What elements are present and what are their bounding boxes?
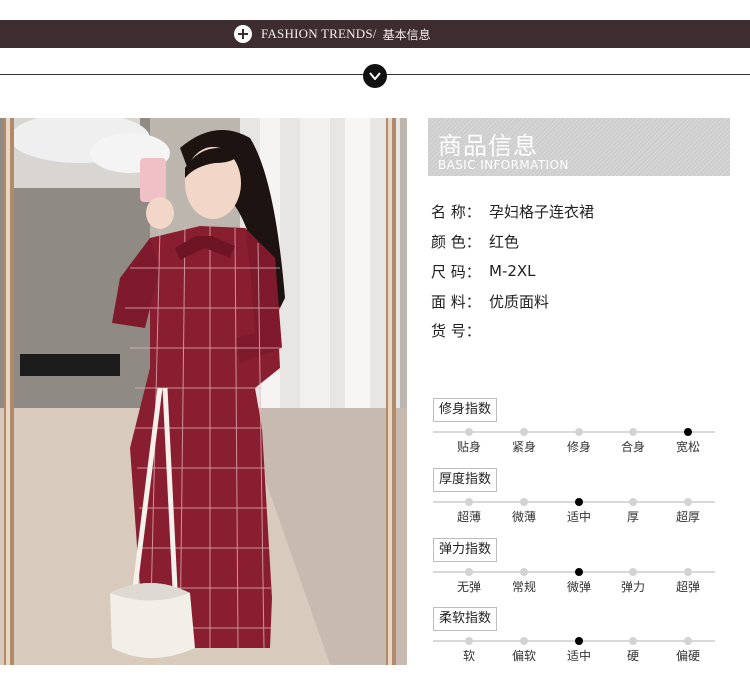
scale-dot (629, 498, 637, 506)
scale-dot-selected (575, 498, 583, 506)
scale-track (433, 640, 715, 642)
scale-option-label: 偏软 (511, 649, 536, 663)
scale-softness: 柔软指数 软 偏软 适中 硬 偏硬 (431, 607, 721, 663)
scale-option-label: 适中 (566, 510, 591, 524)
scale-dot (520, 498, 528, 506)
scale-option-label: 贴身 (456, 440, 481, 454)
scale-option-label: 宽松 (675, 440, 700, 454)
spec-label: 名 称： (431, 202, 481, 221)
spec-row-item-number: 货 号： (431, 320, 489, 340)
scale-dot (465, 428, 473, 436)
spec-label: 尺 码： (431, 262, 481, 281)
spec-value: M-2XL (489, 262, 536, 280)
product-photo (0, 118, 407, 665)
scale-dot (575, 428, 583, 436)
scale-option-label: 软 (462, 649, 475, 663)
scale-thickness: 厚度指数 超薄 微薄 适中 厚 超厚 (431, 468, 721, 524)
scale-dot-selected (575, 568, 583, 576)
scale-dot (520, 568, 528, 576)
spec-row-name: 名 称： 孕妇格子连衣裙 (431, 201, 594, 221)
scale-option-label: 微薄 (511, 510, 536, 524)
scale-track (433, 501, 715, 503)
banner-title: FASHION TRENDS/ (261, 26, 377, 41)
scale-option-label: 超薄 (456, 510, 481, 524)
scale-dot (520, 637, 528, 645)
scale-option-label: 超厚 (675, 510, 700, 524)
scale-dot (465, 568, 473, 576)
spec-value: 孕妇格子连衣裙 (489, 202, 595, 221)
spec-row-size: 尺 码： M-2XL (431, 261, 536, 281)
scale-title: 弹力指数 (433, 538, 498, 562)
scale-track (433, 571, 715, 573)
scale-option-label: 无弹 (456, 580, 481, 594)
scale-option-label: 紧身 (511, 440, 536, 454)
scale-title: 厚度指数 (433, 468, 498, 492)
spec-label: 货 号： (431, 321, 481, 340)
scale-option-label: 硬 (626, 649, 639, 663)
scale-dot-selected (684, 428, 692, 436)
spec-row-color: 颜 色： 红色 (431, 231, 519, 251)
scale-option-label: 偏硬 (675, 649, 700, 663)
chevron-down-icon (363, 64, 387, 88)
spec-row-fabric: 面 料： 优质面料 (431, 291, 549, 311)
basic-information-header: 商品信息 BASIC INFORMATION (428, 118, 730, 176)
scale-dot (629, 568, 637, 576)
banner-title-cn: 基本信息 (382, 27, 431, 42)
info-title: 商品信息 (438, 132, 538, 160)
plus-circle-icon (234, 25, 252, 43)
scale-dot (629, 428, 637, 436)
scale-dot (684, 568, 692, 576)
scale-title: 修身指数 (433, 398, 498, 422)
scale-dot (465, 637, 473, 645)
scale-option-label: 微弹 (566, 580, 591, 594)
header-banner: FASHION TRENDS/ 基本信息 (0, 20, 750, 48)
banner-content: FASHION TRENDS/ 基本信息 (234, 24, 431, 44)
scale-track (433, 431, 715, 433)
scale-option-label: 修身 (566, 440, 591, 454)
scale-option-label: 厚 (626, 510, 639, 524)
scale-dot (520, 428, 528, 436)
scale-dot (629, 637, 637, 645)
scale-fit: 修身指数 贴身 紧身 修身 合身 宽松 (431, 398, 721, 454)
scale-elasticity: 弹力指数 无弹 常规 微弹 弹力 超弹 (431, 538, 721, 594)
spec-label: 面 料： (431, 292, 481, 311)
spec-value: 优质面料 (489, 292, 550, 311)
scale-dot (465, 498, 473, 506)
scale-dot (684, 498, 692, 506)
model-illustration (0, 118, 407, 665)
info-subtitle: BASIC INFORMATION (438, 158, 569, 172)
scale-option-label: 弹力 (620, 580, 645, 594)
scale-option-label: 常规 (511, 580, 536, 594)
spec-label: 颜 色： (431, 232, 481, 251)
scale-title: 柔软指数 (433, 607, 498, 631)
scale-option-label: 适中 (566, 649, 591, 663)
scale-option-label: 超弹 (675, 580, 700, 594)
scale-option-label: 合身 (620, 440, 645, 454)
spec-value: 红色 (489, 232, 520, 251)
scale-dot (684, 637, 692, 645)
scale-dot-selected (575, 637, 583, 645)
